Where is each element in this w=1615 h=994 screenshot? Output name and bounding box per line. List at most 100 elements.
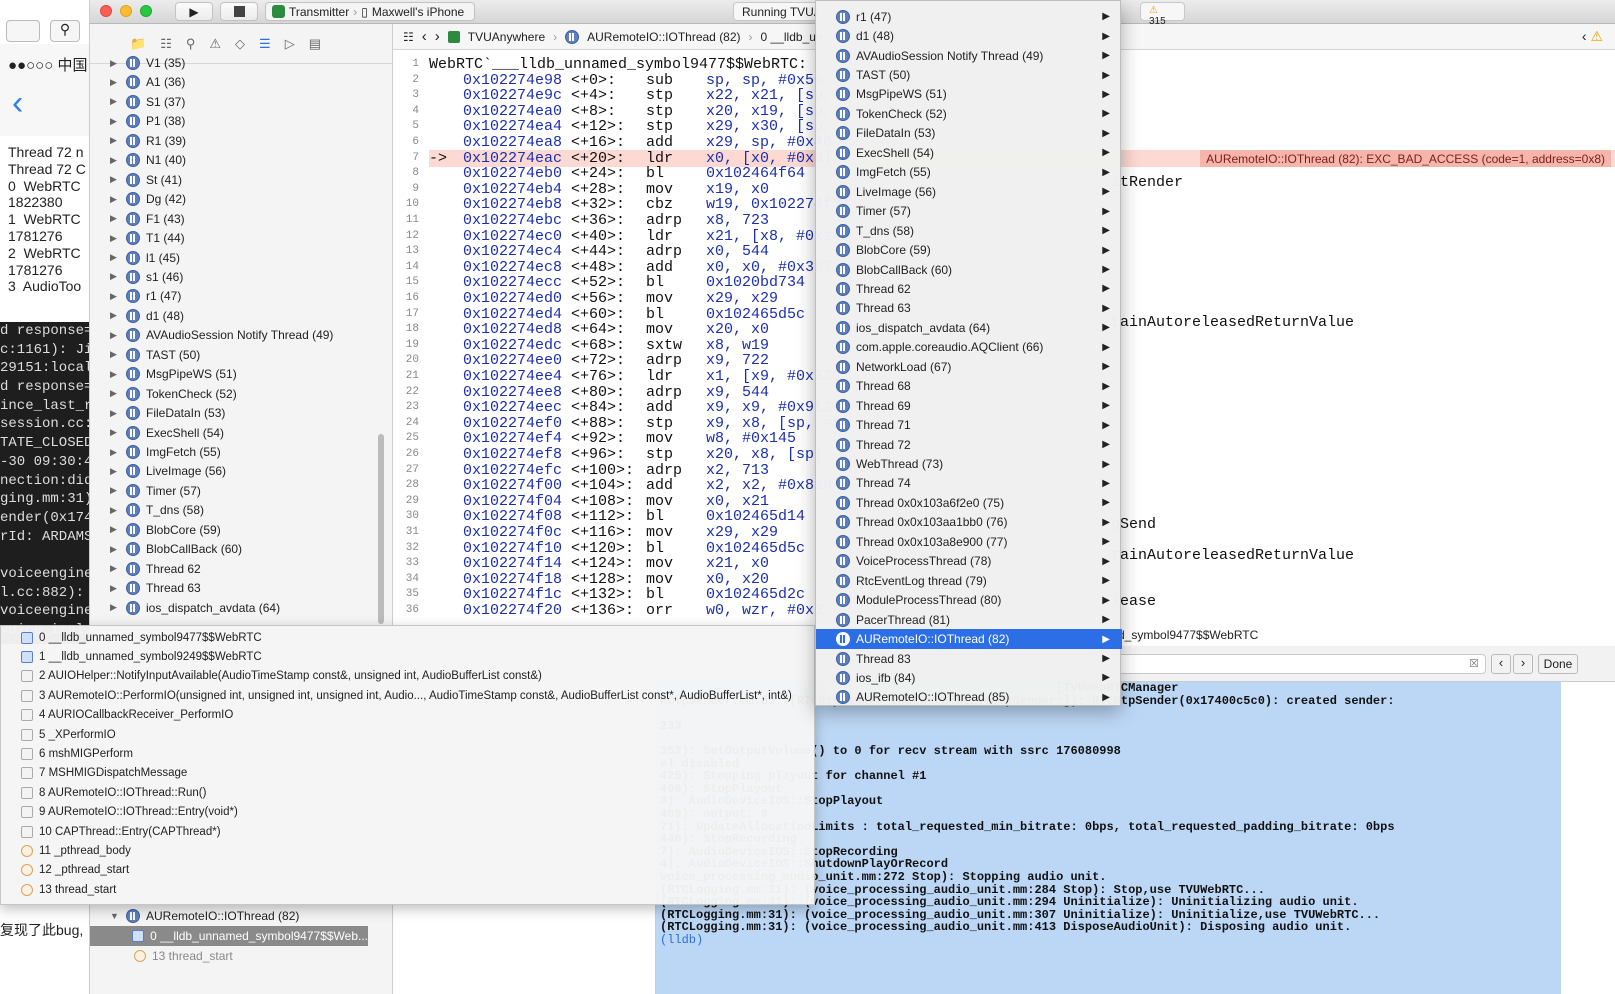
- disclosure-icon[interactable]: ▶: [110, 466, 120, 477]
- thread-menu-item[interactable]: VoiceProcessThread (78) ▶: [816, 552, 1122, 571]
- disclosure-icon[interactable]: ▶: [110, 271, 120, 282]
- back-icon[interactable]: ‹: [12, 84, 23, 123]
- disclosure-icon[interactable]: ▶: [110, 447, 120, 458]
- thread-row[interactable]: ▶ A1 (36): [90, 72, 390, 92]
- thread-menu-item[interactable]: ExecShell (54) ▶: [816, 143, 1122, 162]
- stack-frame-row[interactable]: 8 AURemoteIO::IOThread::Run(): [1, 783, 816, 802]
- thread-row[interactable]: ▶ l1 (45): [90, 248, 390, 268]
- thread-row[interactable]: ▶ d1 (48): [90, 306, 390, 326]
- thread-row[interactable]: ▶ AVAudioSession Notify Thread (49): [90, 325, 390, 345]
- run-button[interactable]: ▶: [175, 2, 213, 21]
- disclosure-icon[interactable]: ▶: [110, 408, 120, 419]
- thread-row[interactable]: ▶ F1 (43): [90, 209, 390, 229]
- thread-row[interactable]: ▶ T1 (44): [90, 228, 390, 248]
- thread-row[interactable]: ▶ Thread 63: [90, 578, 390, 598]
- thread-menu-item[interactable]: com.apple.coreaudio.AQClient (66) ▶: [816, 338, 1122, 357]
- stack-frame-row[interactable]: 9 AURemoteIO::IOThread::Entry(void*): [1, 803, 816, 822]
- disclosure-open-icon[interactable]: ▼: [110, 911, 120, 921]
- thread-row[interactable]: ▶ LiveImage (56): [90, 461, 390, 481]
- disclosure-icon[interactable]: ▶: [110, 330, 120, 341]
- thread-menu-item[interactable]: TokenCheck (52) ▶: [816, 104, 1122, 123]
- disclosure-icon[interactable]: ▶: [110, 388, 120, 399]
- thread-menu-item[interactable]: Thread 63 ▶: [816, 299, 1122, 318]
- thread-row[interactable]: ▶ BlobCore (59): [90, 520, 390, 540]
- stack-frame-row[interactable]: 3 AURemoteIO::PerformIO(unsigned int, un…: [1, 686, 816, 705]
- thread-row-selected[interactable]: ▼ AURemoteIO::IOThread (82): [90, 906, 390, 926]
- disclosure-icon[interactable]: ▶: [110, 544, 120, 555]
- disclosure-icon[interactable]: ▶: [110, 213, 120, 224]
- disclosure-icon[interactable]: ▶: [110, 349, 120, 360]
- debug-icon[interactable]: ☰: [259, 36, 271, 52]
- thread-row[interactable]: ▶ T_dns (58): [90, 500, 390, 520]
- thread-menu-item[interactable]: Thread 0x0x103a8e900 (77) ▶: [816, 532, 1122, 551]
- disclosure-icon[interactable]: ▶: [110, 58, 120, 69]
- thread-menu-item[interactable]: ios_dispatch_avdata (64) ▶: [816, 318, 1122, 337]
- thread-menu-item[interactable]: FileDataIn (53) ▶: [816, 124, 1122, 143]
- disclosure-icon[interactable]: ▶: [110, 485, 120, 496]
- thread-menu-item[interactable]: Thread 71 ▶: [816, 415, 1122, 434]
- thread-row[interactable]: ▶ P1 (38): [90, 111, 390, 131]
- thread-menu-item[interactable]: BlobCore (59) ▶: [816, 240, 1122, 259]
- thread-row[interactable]: ▶ ImgFetch (55): [90, 442, 390, 462]
- thread-row[interactable]: ▶ S1 (37): [90, 92, 390, 112]
- thread-menu-item[interactable]: Thread 83 ▶: [816, 649, 1122, 668]
- disclosure-icon[interactable]: ▶: [110, 524, 120, 535]
- thread-row[interactable]: ▶ R1 (39): [90, 131, 390, 151]
- stack-frame-row[interactable]: 12 _pthread_start: [1, 861, 816, 880]
- stack-frame-row[interactable]: 10 CAPThread::Entry(CAPThread*): [1, 822, 816, 841]
- jump-project[interactable]: TVUAnywhere: [468, 30, 545, 44]
- thread-menu-item[interactable]: Thread 0x0x103aa1bb0 (76) ▶: [816, 513, 1122, 532]
- folder-icon[interactable]: 📁: [130, 36, 146, 52]
- zoom-window-icon[interactable]: [140, 5, 152, 17]
- thread-row[interactable]: ▶ N1 (40): [90, 150, 390, 170]
- disclosure-icon[interactable]: ▶: [110, 96, 120, 107]
- disclosure-icon[interactable]: ▶: [110, 155, 120, 166]
- minimize-icon[interactable]: [120, 5, 132, 17]
- thread-menu-item[interactable]: ModuleProcessThread (80) ▶: [816, 591, 1122, 610]
- thread-menu-item[interactable]: Thread 0x0x103a6f2e0 (75) ▶: [816, 493, 1122, 512]
- forward-arrow-icon[interactable]: ›: [435, 28, 440, 45]
- thread-row[interactable]: ▶ St (41): [90, 170, 390, 190]
- thread-row[interactable]: ▶ Timer (57): [90, 481, 390, 501]
- disclosure-icon[interactable]: ▶: [110, 369, 120, 380]
- thread-menu-item[interactable]: r1 (47) ▶: [816, 7, 1122, 26]
- thread-menu-item[interactable]: AVAudioSession Notify Thread (49) ▶: [816, 46, 1122, 65]
- disclosure-icon[interactable]: ▶: [110, 583, 120, 594]
- thread-menu-item[interactable]: ios_ifb (84) ▶: [816, 668, 1122, 687]
- stack-frame-row[interactable]: 7 MSHMIGDispatchMessage: [1, 764, 816, 783]
- disclosure-icon[interactable]: ▶: [110, 116, 120, 127]
- thread-row[interactable]: ▶ ios_dispatch_avdata (64): [90, 598, 390, 618]
- thread-menu-item[interactable]: NetworkLoad (67) ▶: [816, 357, 1122, 376]
- hierarchy-icon[interactable]: ☷: [160, 36, 172, 52]
- thread-row[interactable]: ▶ FileDataIn (53): [90, 403, 390, 423]
- thread-menu-item[interactable]: AURemoteIO::IOThread (85) ▶: [816, 688, 1122, 707]
- disclosure-icon[interactable]: ▶: [110, 77, 120, 88]
- warning-badge[interactable]: ⚠ 315: [1140, 2, 1185, 27]
- disclosure-icon[interactable]: ▶: [110, 505, 120, 516]
- thread-menu-item[interactable]: T_dns (58) ▶: [816, 221, 1122, 240]
- stack-frame-row[interactable]: 6 mshMIGPerform: [1, 744, 816, 763]
- thread-menu-item[interactable]: Thread 74 ▶: [816, 474, 1122, 493]
- close-icon[interactable]: [100, 5, 112, 17]
- stack-frame-row[interactable]: 1 __lldb_unnamed_symbol9249$$WebRTC: [1, 647, 816, 666]
- disclosure-icon[interactable]: ▶: [110, 252, 120, 263]
- thread-menu-item[interactable]: Thread 69 ▶: [816, 396, 1122, 415]
- back-arrow-icon[interactable]: ‹: [422, 28, 427, 45]
- thread-row[interactable]: ▶ Dg (42): [90, 189, 390, 209]
- prev-button[interactable]: ‹: [1491, 654, 1511, 674]
- done-button[interactable]: Done: [1538, 654, 1578, 674]
- disclosure-icon[interactable]: ▶: [110, 233, 120, 244]
- report-icon[interactable]: ▤: [309, 36, 321, 52]
- disclosure-icon[interactable]: ▶: [110, 427, 120, 438]
- thread-row[interactable]: ▶ TAST (50): [90, 345, 390, 365]
- sidebar-toggle-button[interactable]: [6, 20, 40, 42]
- breakpoint-icon[interactable]: ▷: [285, 36, 295, 52]
- thread-menu-item[interactable]: RtcEventLog thread (79) ▶: [816, 571, 1122, 590]
- disclosure-icon[interactable]: ▶: [110, 135, 120, 146]
- thread-menu-item[interactable]: Timer (57) ▶: [816, 202, 1122, 221]
- thread-menu-item[interactable]: PacerThread (81) ▶: [816, 610, 1122, 629]
- search-icon[interactable]: ⚲: [186, 36, 196, 52]
- thread-row[interactable]: ▶ BlobCallBack (60): [90, 539, 390, 559]
- nav-back-icon[interactable]: ‹ ⚠: [1582, 28, 1603, 45]
- thread-row[interactable]: ▶ ExecShell (54): [90, 423, 390, 443]
